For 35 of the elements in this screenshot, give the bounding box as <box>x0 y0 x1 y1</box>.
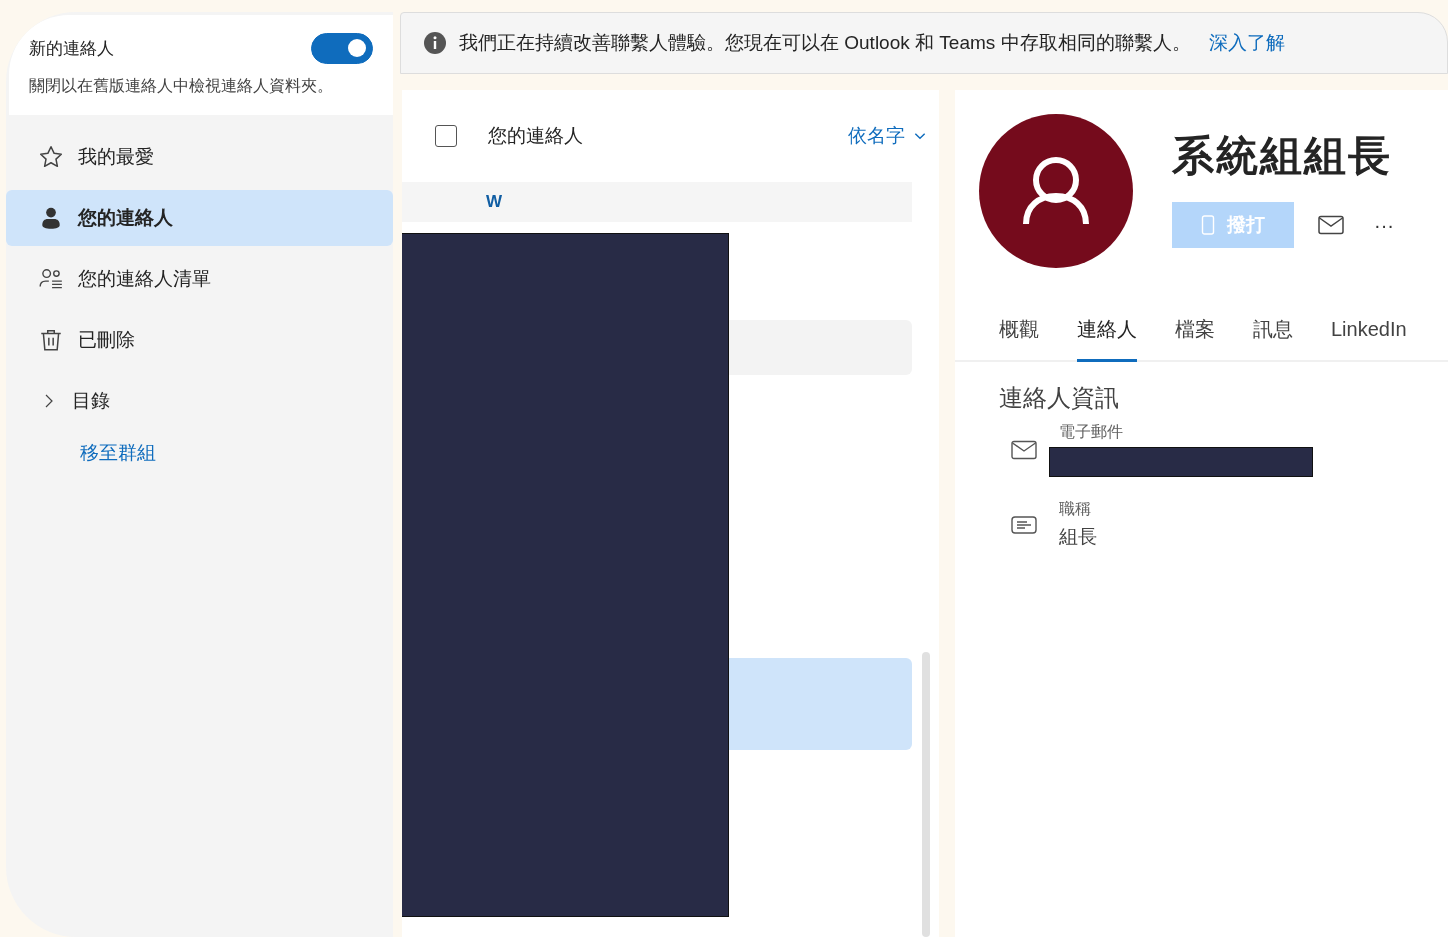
mail-icon <box>1011 439 1037 460</box>
phone-icon <box>1201 215 1215 235</box>
star-icon <box>38 144 64 170</box>
tab[interactable]: 訊息 <box>1253 308 1293 362</box>
tab[interactable]: 連絡人 <box>1077 308 1137 362</box>
scrollbar[interactable] <box>922 652 930 937</box>
section-title: 連絡人資訊 <box>999 383 1120 413</box>
field-label: 職稱 <box>1059 499 1092 519</box>
toggle-switch[interactable] <box>311 33 373 64</box>
info-icon <box>423 31 447 55</box>
avatar-icon <box>979 114 1133 268</box>
sidebar-item[interactable]: 您的連絡人 <box>6 190 393 246</box>
tab[interactable]: LinkedIn <box>1331 308 1407 362</box>
section-header: W <box>402 182 912 222</box>
sort-dropdown[interactable]: 依名字 <box>848 123 927 149</box>
setting-title: 新的連絡人 <box>29 38 114 60</box>
sidebar-item[interactable]: 已刪除 <box>6 312 393 368</box>
list-title: 您的連絡人 <box>488 124 584 148</box>
tab[interactable]: 檔案 <box>1175 308 1215 362</box>
learn-more-link[interactable]: 深入了解 <box>1208 30 1285 56</box>
sidebar-item[interactable]: 目錄 <box>6 373 393 429</box>
go-to-groups-link[interactable]: 移至群組 <box>6 440 393 466</box>
field-value: 組長 <box>1059 525 1097 549</box>
trash-icon <box>38 327 64 353</box>
banner-text: 我們正在持續改善聯繫人體驗。您現在可以在 Outlook 和 Teams 中存取相同的聯繫人。 <box>459 31 1191 55</box>
setting-description: 關閉以在舊版連絡人中檢視連絡人資料夾。 <box>29 76 334 96</box>
card-icon <box>1011 514 1037 535</box>
select-all-checkbox[interactable] <box>435 125 457 147</box>
sidebar-item[interactable]: 我的最愛 <box>6 129 393 185</box>
contact-name: 系統組組長 <box>1172 131 1393 181</box>
more-button[interactable]: ··· <box>1368 213 1394 237</box>
field-label: 電子郵件 <box>1059 422 1124 442</box>
tab[interactable]: 概觀 <box>999 308 1039 362</box>
mail-icon[interactable] <box>1318 215 1344 235</box>
sidebar-item[interactable]: 您的連絡人清單 <box>6 251 393 307</box>
